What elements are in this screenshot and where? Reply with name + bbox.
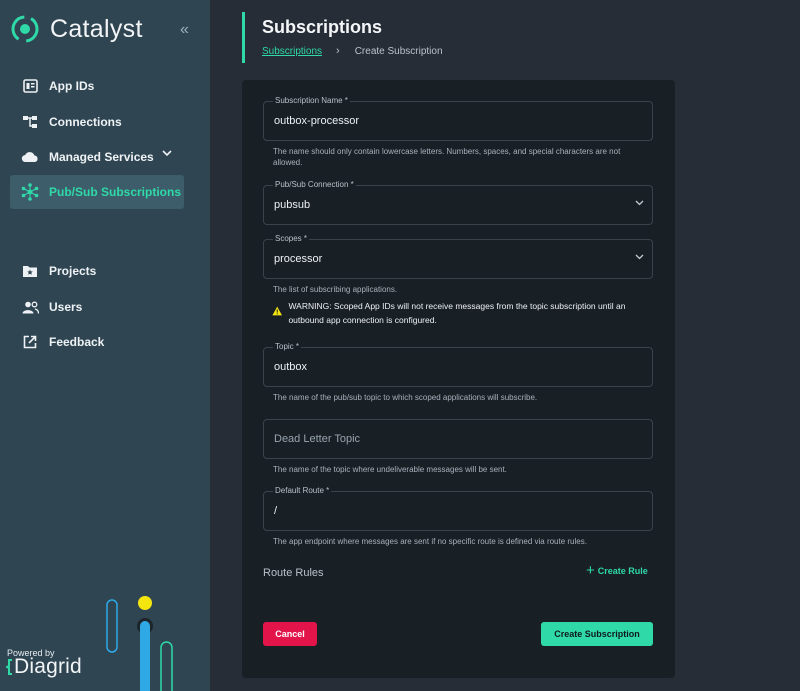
scopes-help: The list of subscribing applications. — [273, 285, 398, 294]
sidebar-item-managed-services[interactable]: Managed Services — [10, 140, 184, 174]
field-label: Topic * — [273, 342, 302, 351]
subscription-name-input[interactable]: Subscription Name * outbox-processor — [263, 96, 653, 141]
scopes-warning: WARNING: Scoped App IDs will not receive… — [272, 299, 652, 327]
create-subscription-button[interactable]: Create Subscription — [541, 622, 653, 646]
sidebar-item-feedback[interactable]: Feedback — [10, 325, 184, 359]
create-rule-label: Create Rule — [597, 566, 648, 576]
field-value: outbox — [274, 361, 308, 373]
topic-help: The name of the pub/sub topic to which s… — [273, 393, 538, 402]
sidebar-item-pubsub-subscriptions[interactable]: Pub/Sub Subscriptions — [10, 175, 184, 209]
sidebar-item-label: Feedback — [49, 335, 105, 349]
field-label: Pub/Sub Connection * — [273, 180, 356, 189]
create-rule-button[interactable]: + Create Rule — [586, 562, 648, 579]
page-title: Subscriptions — [262, 17, 383, 37]
chevron-down-icon[interactable] — [162, 150, 172, 157]
sidebar-item-label: Users — [49, 300, 83, 314]
breadcrumb-link-subscriptions[interactable]: Subscriptions — [262, 46, 322, 57]
cancel-button[interactable]: Cancel — [263, 622, 317, 646]
subscription-form-card: Subscription Name * outbox-processor The… — [242, 80, 675, 678]
chevron-down-icon — [635, 254, 644, 260]
sidebar-item-connections[interactable]: Connections — [10, 105, 184, 139]
diagrid-name: Diagrid — [14, 655, 82, 678]
sidebar-item-label: Pub/Sub Subscriptions — [49, 185, 182, 199]
breadcrumb-current: Create Subscription — [354, 45, 443, 57]
sidebar-item-label: Connections — [49, 115, 122, 129]
scopes-select[interactable]: Scopes * processor — [263, 234, 653, 279]
sidebar-item-app-ids[interactable]: App IDs — [10, 69, 184, 103]
breadcrumb-separator-icon: › — [336, 45, 340, 57]
diagrid-logo[interactable]: Diagrid — [6, 655, 82, 679]
external-link-icon — [21, 333, 39, 351]
brand[interactable]: Catalyst — [10, 14, 143, 44]
folder-star-icon — [21, 262, 39, 280]
sidebar-item-label: App IDs — [49, 79, 95, 93]
header-accent-bar — [242, 12, 245, 63]
plus-icon: + — [586, 562, 595, 579]
catalyst-logo-icon — [11, 15, 39, 43]
dead-letter-topic-input[interactable]: Dead Letter Topic — [263, 419, 653, 459]
sidebar: Catalyst « App IDs Connections Managed S… — [0, 0, 210, 691]
app-ids-icon — [21, 77, 39, 95]
cloud-icon — [21, 148, 39, 166]
default-route-input[interactable]: Default Route * / — [263, 486, 653, 531]
warning-text: WARNING: Scoped App IDs will not receive… — [288, 301, 626, 325]
field-label: Subscription Name * — [273, 96, 350, 105]
pubsub-connection-select[interactable]: Pub/Sub Connection * pubsub — [263, 180, 653, 225]
users-icon — [21, 298, 39, 316]
sidebar-item-projects[interactable]: Projects — [10, 254, 184, 288]
field-value: outbox-processor — [274, 115, 359, 127]
topic-input[interactable]: Topic * outbox — [263, 342, 653, 387]
default-route-help: The app endpoint where messages are sent… — [273, 537, 587, 546]
sidebar-item-users[interactable]: Users — [10, 290, 184, 324]
chevron-down-icon — [635, 200, 644, 206]
collapse-sidebar-icon[interactable]: « — [180, 21, 189, 39]
dead-letter-help: The name of the topic where undeliverabl… — [273, 465, 507, 474]
sidebar-item-label: Projects — [49, 264, 97, 278]
field-value: pubsub — [274, 199, 311, 211]
diagrid-logo-icon — [6, 659, 12, 675]
brand-name: Catalyst — [50, 14, 143, 43]
field-value: / — [274, 505, 278, 517]
field-label: Default Route * — [273, 486, 332, 495]
connections-icon — [21, 113, 39, 131]
breadcrumb: Subscriptions › Create Subscription — [262, 45, 443, 57]
decorative-bars-icon — [106, 596, 173, 691]
warning-icon — [272, 306, 283, 316]
field-value: processor — [274, 253, 323, 265]
subscription-name-help: The name should only contain lowercase l… — [273, 147, 621, 167]
sidebar-item-label: Managed Services — [49, 150, 154, 164]
field-placeholder: Dead Letter Topic — [274, 433, 361, 445]
field-label: Scopes * — [273, 234, 310, 243]
route-rules-label: Route Rules — [263, 567, 324, 579]
pubsub-icon — [21, 183, 39, 201]
